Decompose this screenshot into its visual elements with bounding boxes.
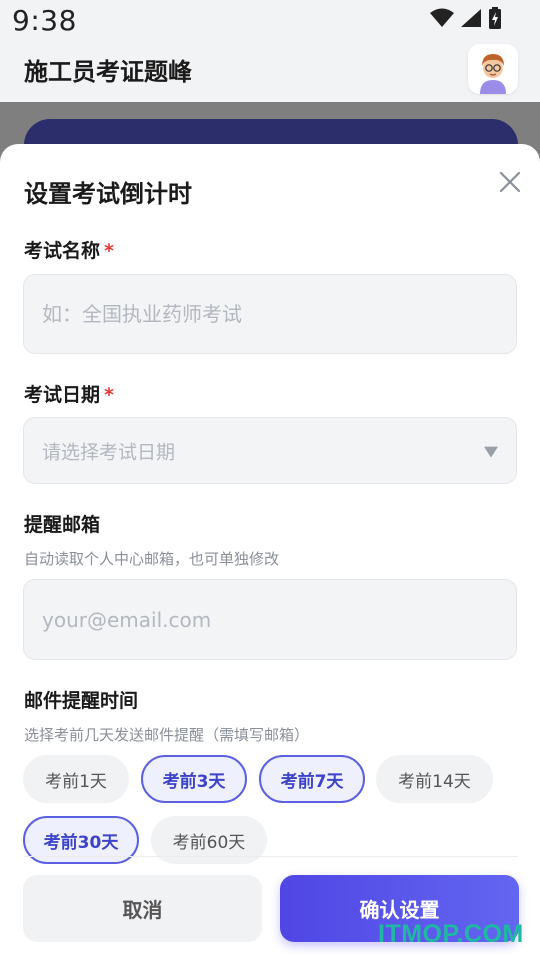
avatar[interactable] <box>468 44 518 94</box>
email-input[interactable] <box>24 580 516 659</box>
exam-name-label: 考试名称 * <box>24 236 114 263</box>
email-label-text: 提醒邮箱 <box>24 514 101 536</box>
exam-date-label: 考试日期 * <box>24 380 114 407</box>
avatar-icon <box>468 44 518 94</box>
exam-date-label-text: 考试日期 <box>24 384 101 406</box>
required-mark: * <box>104 384 114 406</box>
exam-date-select[interactable]: 请选择考试日期 <box>23 417 517 484</box>
app-title: 施工员考证题峰 <box>24 58 192 86</box>
reminder-chip-3days[interactable]: 考前3天 <box>141 755 247 803</box>
signal-icon <box>461 9 481 27</box>
email-label: 提醒邮箱 <box>24 510 100 537</box>
required-mark: * <box>104 240 114 262</box>
status-bar: 9:38 <box>0 0 540 44</box>
watermark-logo: ITMOP.COM <box>378 920 524 948</box>
footer-divider <box>24 856 518 857</box>
reminder-hint: 选择考前几天发送邮件提醒（需填写邮箱） <box>24 726 310 744</box>
reminder-chip-14days[interactable]: 考前14天 <box>376 755 493 803</box>
email-field[interactable] <box>23 579 517 660</box>
exam-name-field[interactable] <box>23 274 517 354</box>
sheet-title: 设置考试倒计时 <box>24 180 192 208</box>
exam-name-label-text: 考试名称 <box>24 240 101 262</box>
reminder-chip-7days[interactable]: 考前7天 <box>259 755 365 803</box>
wifi-icon <box>430 8 454 27</box>
dropdown-arrow-icon <box>484 446 498 458</box>
status-time: 9:38 <box>12 4 77 37</box>
reminder-chip-1day[interactable]: 考前1天 <box>23 755 129 803</box>
exam-name-input[interactable] <box>24 275 516 353</box>
reminder-label: 邮件提醒时间 <box>24 686 138 713</box>
battery-icon <box>489 7 501 29</box>
status-icons <box>430 7 502 29</box>
exam-date-placeholder: 请选择考试日期 <box>42 441 176 463</box>
reminder-label-text: 邮件提醒时间 <box>24 690 139 712</box>
close-icon[interactable] <box>496 168 524 196</box>
cancel-button[interactable]: 取消 <box>23 875 262 942</box>
countdown-sheet: 设置考试倒计时 考试名称* 考试日期* 请选择考试日期 提醒邮箱 自动读取个人中… <box>0 144 540 960</box>
app-bar: 施工员考证题峰 <box>0 44 540 102</box>
email-hint: 自动读取个人中心邮箱，也可单独修改 <box>24 550 280 568</box>
